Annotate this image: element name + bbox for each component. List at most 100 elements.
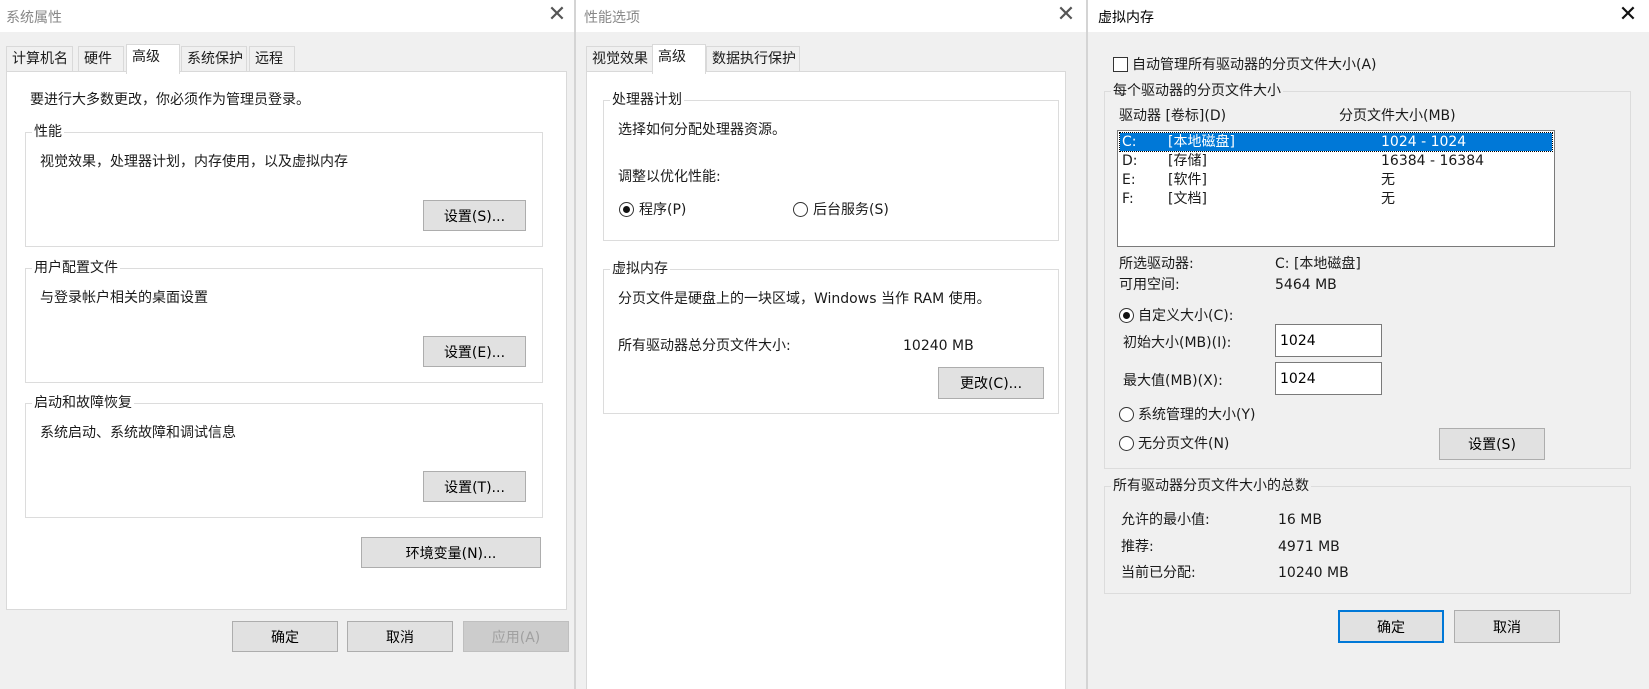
- virtual-memory-desc: 分页文件是硬盘上的一块区域，Windows 当作 RAM 使用。: [618, 291, 991, 307]
- virtual-memory-group: 虚拟内存 分页文件是硬盘上的一块区域，Windows 当作 RAM 使用。 所有…: [603, 260, 1059, 414]
- tab-strip: 视觉效果 高级 数据执行保护: [586, 44, 1066, 74]
- col-drive-header: 驱动器 [卷标](D): [1119, 108, 1227, 124]
- processor-scheduling-label: 处理器计划: [610, 91, 684, 109]
- startup-recovery-desc: 系统启动、系统故障和调试信息: [40, 425, 236, 441]
- system-managed-label[interactable]: 系统管理的大小(Y): [1138, 406, 1255, 424]
- custom-size-radio[interactable]: [1119, 308, 1134, 323]
- drive-letter: C:: [1122, 134, 1137, 150]
- performance-group: 性能 视觉效果，处理器计划，内存使用，以及虚拟内存 设置(S)...: [25, 123, 543, 247]
- close-icon[interactable]: ✕: [1616, 4, 1640, 28]
- no-paging-label[interactable]: 无分页文件(N): [1138, 435, 1229, 453]
- user-profile-settings-button[interactable]: 设置(E)...: [423, 336, 526, 367]
- list-item[interactable]: F: [文档] 无: [1120, 190, 1552, 208]
- set-button[interactable]: 设置(S): [1439, 428, 1545, 460]
- no-paging-radio[interactable]: [1119, 436, 1134, 451]
- per-drive-group: 每个驱动器的分页文件大小 驱动器 [卷标](D) 分页文件大小(MB) C: […: [1104, 82, 1631, 469]
- tab-hardware[interactable]: 硬件: [78, 46, 124, 72]
- free-space-label: 可用空间:: [1119, 277, 1180, 293]
- startup-recovery-group: 启动和故障恢复 系统启动、系统故障和调试信息 设置(T)...: [25, 394, 543, 518]
- totals-group: 所有驱动器分页文件大小的总数 允许的最小值: 16 MB 推荐: 4971 MB…: [1104, 477, 1631, 594]
- col-size-header: 分页文件大小(MB): [1339, 108, 1456, 124]
- close-icon[interactable]: ✕: [545, 4, 569, 28]
- list-item[interactable]: E: [软件] 无: [1120, 171, 1552, 189]
- window-title: 系统属性: [6, 10, 62, 26]
- apply-button[interactable]: 应用(A): [463, 621, 569, 652]
- recommended-label: 推荐:: [1121, 539, 1154, 555]
- user-profile-group: 用户配置文件 与登录帐户相关的桌面设置 设置(E)...: [25, 259, 543, 383]
- ok-button[interactable]: 确定: [232, 621, 338, 652]
- auto-manage-label[interactable]: 自动管理所有驱动器的分页文件大小(A): [1132, 56, 1377, 74]
- max-size-input[interactable]: [1275, 362, 1382, 395]
- background-services-label[interactable]: 后台服务(S): [813, 201, 889, 219]
- background-services-radio[interactable]: [793, 202, 808, 217]
- environment-variables-button[interactable]: 环境变量(N)...: [361, 537, 541, 568]
- drive-paging-size: 16384 - 16384: [1381, 153, 1485, 169]
- tab-computer-name[interactable]: 计算机名: [6, 46, 73, 72]
- virtual-memory-dialog: 虚拟内存 ✕ 自动管理所有驱动器的分页文件大小(A) 每个驱动器的分页文件大小 …: [1088, 0, 1649, 689]
- totals-label: 所有驱动器分页文件大小的总数: [1111, 477, 1311, 495]
- adjust-label: 调整以优化性能:: [618, 169, 721, 185]
- performance-label: 性能: [32, 123, 64, 141]
- list-item[interactable]: D: [存储] 16384 - 16384: [1120, 152, 1552, 170]
- window-title: 性能选项: [584, 10, 640, 26]
- system-properties-dialog: 系统属性 ✕ 计算机名 硬件 高级 系统保护 远程 要进行大多数更改，你必须作为…: [0, 0, 574, 689]
- list-item[interactable]: C: [本地磁盘] 1024 - 1024: [1119, 132, 1553, 152]
- max-size-label: 最大值(MB)(X):: [1123, 373, 1223, 389]
- drive-volume-label: [文档]: [1168, 191, 1207, 207]
- startup-recovery-label: 启动和故障恢复: [32, 394, 134, 412]
- programs-label[interactable]: 程序(P): [639, 201, 686, 219]
- programs-radio[interactable]: [619, 202, 634, 217]
- change-button[interactable]: 更改(C)...: [938, 367, 1044, 399]
- custom-size-label[interactable]: 自定义大小(C):: [1138, 307, 1233, 325]
- currently-allocated-label: 当前已分配:: [1121, 565, 1196, 581]
- admin-note: 要进行大多数更改，你必须作为管理员登录。: [30, 92, 310, 108]
- performance-settings-button[interactable]: 设置(S)...: [423, 200, 526, 231]
- tab-panel: 要进行大多数更改，你必须作为管理员登录。 性能 视觉效果，处理器计划，内存使用，…: [6, 71, 567, 610]
- tab-system-protection[interactable]: 系统保护: [181, 46, 247, 72]
- performance-options-dialog: 性能选项 ✕ 视觉效果 高级 数据执行保护 处理器计划 选择如何分配处理器资源。…: [576, 0, 1086, 689]
- window-title: 虚拟内存: [1098, 10, 1154, 26]
- free-space-value: 5464 MB: [1275, 277, 1337, 293]
- initial-size-label: 初始大小(MB)(I):: [1123, 335, 1232, 351]
- initial-size-input[interactable]: [1275, 324, 1382, 357]
- virtual-memory-label: 虚拟内存: [610, 260, 670, 278]
- drive-letter: D:: [1122, 153, 1138, 169]
- close-icon[interactable]: ✕: [1054, 4, 1078, 28]
- drive-letter: F:: [1122, 191, 1134, 207]
- total-paging-label: 所有驱动器总分页文件大小:: [618, 338, 791, 354]
- tab-panel: 处理器计划 选择如何分配处理器资源。 调整以优化性能: 程序(P) 后台服务(S…: [586, 71, 1066, 689]
- tab-advanced[interactable]: 高级: [652, 44, 706, 74]
- processor-scheduling-desc: 选择如何分配处理器资源。: [618, 122, 786, 138]
- ok-button[interactable]: 确定: [1338, 610, 1444, 643]
- drive-list[interactable]: C: [本地磁盘] 1024 - 1024 D: [存储] 16384 - 16…: [1117, 130, 1555, 247]
- drive-paging-size: 无: [1381, 191, 1395, 207]
- tab-visual-effects[interactable]: 视觉效果: [586, 46, 653, 72]
- startup-recovery-settings-button[interactable]: 设置(T)...: [423, 471, 526, 502]
- tab-remote[interactable]: 远程: [249, 46, 295, 72]
- drive-paging-size: 1024 - 1024: [1381, 134, 1467, 150]
- system-managed-radio[interactable]: [1119, 407, 1134, 422]
- tab-dep[interactable]: 数据执行保护: [706, 46, 800, 72]
- recommended-value: 4971 MB: [1278, 539, 1340, 555]
- processor-scheduling-group: 处理器计划 选择如何分配处理器资源。 调整以优化性能: 程序(P) 后台服务(S…: [603, 91, 1059, 241]
- cancel-button[interactable]: 取消: [347, 621, 453, 652]
- selected-drive-label: 所选驱动器:: [1119, 256, 1194, 272]
- auto-manage-checkbox[interactable]: [1113, 57, 1128, 72]
- drive-volume-label: [存储]: [1168, 153, 1207, 169]
- performance-desc: 视觉效果，处理器计划，内存使用，以及虚拟内存: [40, 154, 348, 170]
- total-paging-value: 10240 MB: [903, 338, 974, 354]
- title-bar: 性能选项 ✕: [576, 0, 1086, 32]
- tab-strip: 计算机名 硬件 高级 系统保护 远程: [6, 44, 566, 74]
- per-drive-label: 每个驱动器的分页文件大小: [1111, 82, 1283, 100]
- user-profile-desc: 与登录帐户相关的桌面设置: [40, 290, 208, 306]
- title-bar: 虚拟内存 ✕: [1088, 0, 1649, 32]
- selected-drive-value: C: [本地磁盘]: [1275, 256, 1361, 272]
- currently-allocated-value: 10240 MB: [1278, 565, 1349, 581]
- tab-advanced[interactable]: 高级: [126, 44, 180, 74]
- cancel-button[interactable]: 取消: [1454, 610, 1560, 643]
- drive-paging-size: 无: [1381, 172, 1395, 188]
- user-profile-label: 用户配置文件: [32, 259, 120, 277]
- min-allowed-label: 允许的最小值:: [1121, 512, 1210, 528]
- title-bar: 系统属性 ✕: [0, 0, 574, 32]
- drive-volume-label: [本地磁盘]: [1168, 134, 1235, 150]
